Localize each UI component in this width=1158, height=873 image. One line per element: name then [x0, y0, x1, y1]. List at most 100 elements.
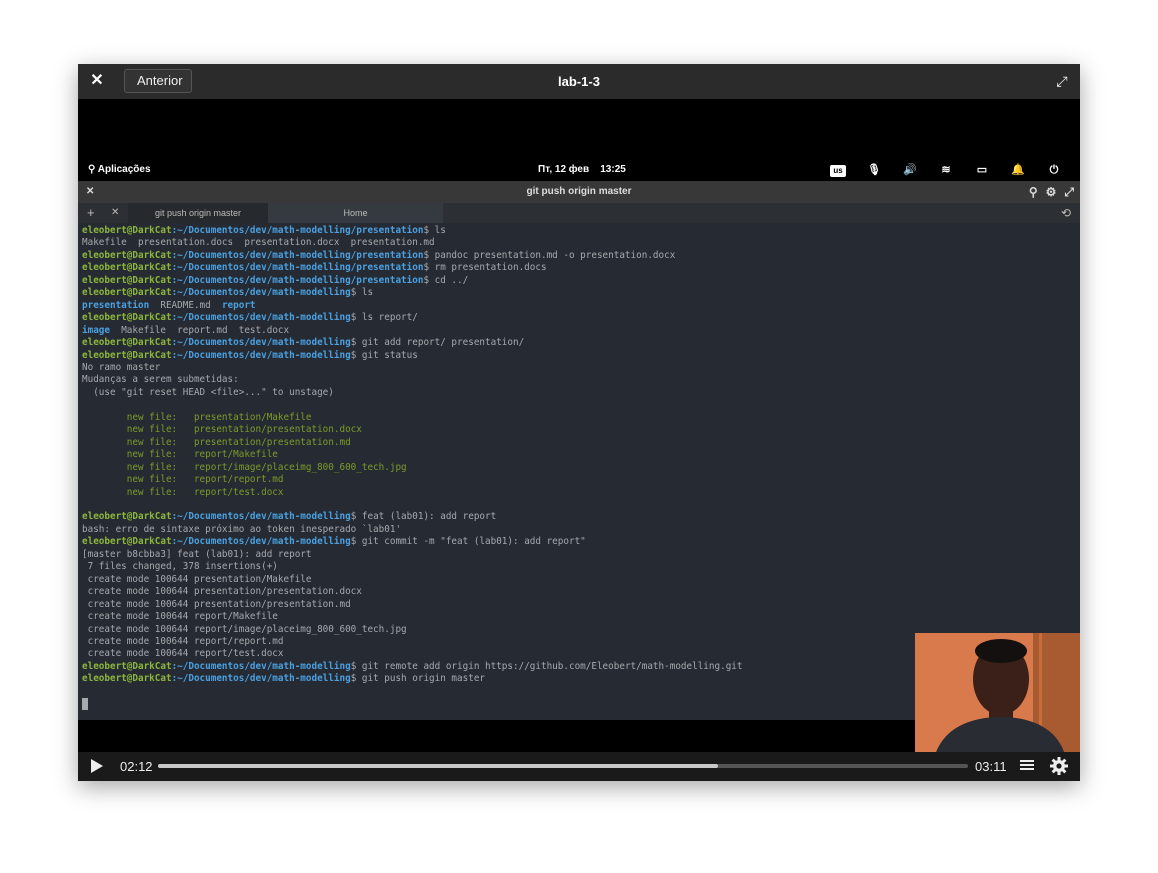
prompt-path: :~/Documentos/dev/math-modelling	[171, 536, 351, 548]
video-player-window: ✕ Anterior lab-1-3 ⤢ ⚲ Aplicações Пт, 12…	[78, 64, 1080, 781]
terminal-line: image Makefile report.md test.docx	[82, 325, 289, 336]
back-button[interactable]: Anterior	[124, 69, 192, 93]
terminal-line: create mode 100644 report/Makefile	[82, 611, 278, 623]
terminal-line: eleobert@DarkCat:~/Documentos/dev/math-m…	[82, 250, 675, 261]
prompt-path: :~/Documentos/dev/math-modelling/present…	[171, 249, 424, 261]
power-icon: ⏻	[1049, 164, 1059, 176]
terminal-line: No ramo master	[82, 361, 161, 373]
applications-label: Aplicações	[97, 164, 151, 175]
terminal-line: [master b8cbba3] feat (lab01): add repor…	[82, 548, 312, 560]
prompt-user: eleobert@DarkCat	[82, 660, 172, 672]
battery-icon: ▭	[976, 164, 988, 176]
terminal-line: new file: report/Makefile	[82, 449, 278, 461]
keyboard-layout-label: us	[830, 165, 846, 177]
prompt-path: :~/Documentos/dev/math-modelling	[171, 312, 351, 324]
prompt-path: :~/Documentos/dev/math-modelling	[171, 349, 351, 361]
player-header: ✕ Anterior lab-1-3 ⤢	[78, 64, 1080, 99]
volume-icon: 🔊	[903, 164, 917, 176]
prompt-user: eleobert@DarkCat	[82, 349, 172, 361]
terminal-line: new file: report/image/placeimg_800_600_…	[82, 461, 407, 473]
prompt-path: :~/Documentos/dev/math-modelling	[171, 287, 351, 299]
terminal-line: bash: erro de sintaxe próximo ao token i…	[82, 523, 402, 535]
panel-date: Пт, 12 фев	[538, 164, 590, 175]
terminal-line: 7 files changed, 378 insertions(+)	[82, 561, 278, 573]
prompt-path: :~/Documentos/dev/math-modelling/present…	[171, 274, 424, 286]
video-area[interactable]: ⚲ Aplicações Пт, 12 фев 13:25 us 🎙 🔊 ≋ ▭…	[78, 99, 1080, 755]
fullscreen-icon[interactable]: ⤢	[1054, 73, 1070, 89]
history-icon: ⟲	[1060, 206, 1071, 220]
prompt-path: :~/Documentos/dev/math-modelling	[171, 337, 351, 349]
prompt-command: $ ls	[423, 225, 446, 236]
terminal-line: new file: presentation/Makefile	[82, 411, 312, 423]
close-icon[interactable]: ✕	[88, 72, 106, 90]
prompt-command: $ git commit -m "feat (lab01): add repor…	[350, 536, 586, 548]
terminal-line: eleobert@DarkCat:~/Documentos/dev/math-m…	[82, 275, 468, 286]
search-icon: ⚲	[88, 164, 98, 175]
terminal-line: new file: presentation/presentation.md	[82, 436, 351, 448]
playlist-icon[interactable]	[1020, 758, 1034, 775]
terminal-line: Mudanças a serem submetidas:	[82, 374, 239, 386]
prompt-user: eleobert@DarkCat	[82, 337, 172, 349]
settings-icon[interactable]	[1050, 757, 1068, 778]
prompt-command: $ git add report/ presentation/	[350, 337, 525, 349]
directory-entry: report	[221, 299, 256, 311]
terminal-maximize-icon: ⤢	[1064, 185, 1074, 199]
terminal-header-icons: ⚲ ⚙ ⤢	[1029, 184, 1074, 200]
terminal-cursor	[82, 698, 88, 711]
microphone-icon: 🎙	[867, 164, 881, 176]
terminal-line: create mode 100644 report/report.md	[82, 635, 284, 647]
terminal-line: eleobert@DarkCat:~/Documentos/dev/math-m…	[82, 350, 418, 361]
prompt-command: $ git status	[350, 349, 418, 361]
prompt-path: :~/Documentos/dev/math-modelling	[171, 511, 351, 523]
tab-close-icon: ✕	[111, 207, 120, 218]
terminal-line: create mode 100644 report/image/placeimg…	[82, 623, 407, 635]
terminal-settings-icon: ⚙	[1045, 185, 1057, 199]
current-time: 02:12	[120, 759, 153, 774]
prompt-user: eleobert@DarkCat	[82, 312, 172, 324]
terminal-line: eleobert@DarkCat:~/Documentos/dev/math-m…	[82, 312, 418, 323]
file-entry: Makefile report.md test.docx	[110, 324, 290, 336]
applications-menu: ⚲ Aplicações	[88, 163, 151, 177]
prompt-command: $ feat (lab01): add report	[350, 511, 497, 523]
prompt-user: eleobert@DarkCat	[82, 249, 172, 261]
terminal-line: eleobert@DarkCat:~/Documentos/dev/math-m…	[82, 536, 586, 547]
prompt-command: $ rm presentation.docs	[423, 262, 547, 274]
terminal-line: create mode 100644 presentation/presenta…	[82, 598, 351, 610]
prompt-command: $ git push origin master	[350, 673, 486, 685]
directory-entry: presentation	[82, 299, 150, 311]
duration: 03:11	[975, 759, 1007, 774]
play-icon[interactable]	[90, 758, 104, 777]
prompt-path: :~/Documentos/dev/math-modelling/present…	[171, 225, 424, 236]
prompt-path: :~/Documentos/dev/math-modelling	[171, 660, 351, 672]
wifi-icon: ≋	[941, 164, 951, 176]
directory-entry: image	[82, 324, 110, 336]
terminal-line: Makefile presentation.docs presentation.…	[82, 237, 435, 249]
terminal-line: new file: report/test.docx	[82, 486, 284, 498]
prompt-command: $ cd ../	[423, 274, 469, 286]
terminal-line: new file: presentation/presentation.docx	[82, 424, 362, 436]
prompt-user: eleobert@DarkCat	[82, 511, 172, 523]
terminal-titlebar: ✕ git push origin master ⚲ ⚙ ⤢	[78, 181, 1080, 203]
prompt-path: :~/Documentos/dev/math-modelling	[171, 673, 351, 685]
player-controls: 02:12 03:11	[78, 752, 1080, 781]
file-entry: README.md	[149, 299, 222, 311]
terminal-close-icon: ✕	[86, 186, 95, 197]
terminal-title: git push origin master	[526, 186, 632, 197]
seek-bar[interactable]	[158, 764, 968, 768]
terminal-line: (use "git reset HEAD <file>..." to unsta…	[82, 386, 334, 398]
panel-time: 13:25	[600, 164, 626, 175]
terminal-line: eleobert@DarkCat:~/Documentos/dev/math-m…	[82, 661, 743, 672]
terminal-line: eleobert@DarkCat:~/Documentos/dev/math-m…	[82, 225, 446, 236]
webcam-overlay	[915, 633, 1080, 755]
prompt-path: :~/Documentos/dev/math-modelling/present…	[171, 262, 424, 274]
prompt-command: $ pandoc presentation.md -o presentation…	[423, 249, 676, 261]
notifications-icon: 🔔	[1011, 164, 1025, 176]
terminal-line: presentation README.md report	[82, 300, 256, 311]
prompt-command: $ ls report/	[350, 312, 418, 324]
terminal-line: eleobert@DarkCat:~/Documentos/dev/math-m…	[82, 673, 485, 684]
back-button-label: Anterior	[137, 73, 183, 88]
prompt-command: $ ls	[350, 287, 374, 299]
new-tab-icon: +	[87, 205, 95, 220]
terminal-line: eleobert@DarkCat:~/Documentos/dev/math-m…	[82, 337, 524, 348]
prompt-user: eleobert@DarkCat	[82, 287, 172, 299]
